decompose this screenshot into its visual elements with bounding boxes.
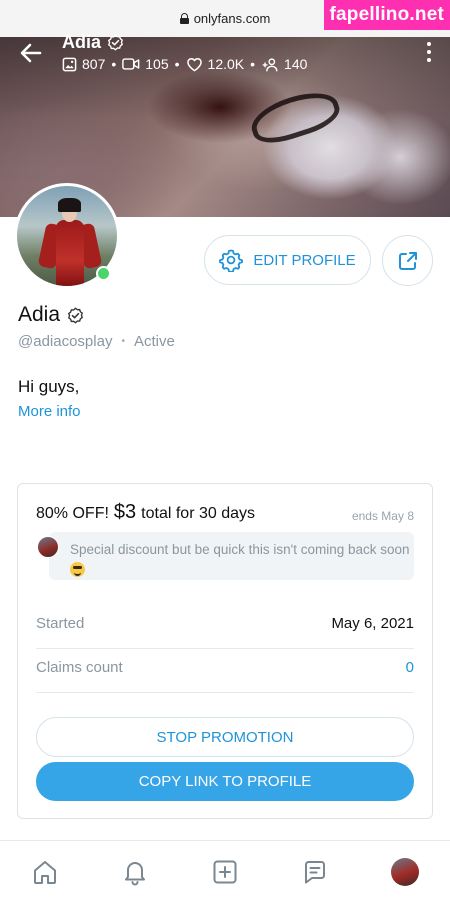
image-icon bbox=[62, 57, 77, 71]
message-icon bbox=[305, 860, 325, 883]
claims-row: Claims count 0 bbox=[36, 659, 414, 676]
profile-status: Active bbox=[133, 333, 175, 350]
verified-icon bbox=[107, 34, 124, 51]
nav-new-post[interactable] bbox=[203, 850, 247, 894]
promotion-message: Special discount but be quick this isn't… bbox=[70, 540, 410, 578]
verified-icon bbox=[68, 306, 84, 324]
stat-separator: • bbox=[174, 56, 180, 72]
stat-videos-count: 105 bbox=[145, 56, 169, 72]
nerd-emoji-icon bbox=[70, 561, 85, 577]
video-icon bbox=[122, 58, 140, 70]
url-display[interactable]: onlyfans.com bbox=[179, 11, 271, 26]
promotion-duration: total for 30 days bbox=[141, 505, 255, 522]
watermark: fapellino.net bbox=[323, 0, 450, 30]
avatar-figure bbox=[37, 198, 103, 286]
row-divider bbox=[36, 648, 414, 649]
started-label: Started bbox=[36, 615, 85, 632]
header-name: Adia bbox=[62, 32, 102, 52]
url-text: onlyfans.com bbox=[193, 11, 271, 26]
back-button[interactable] bbox=[18, 40, 44, 66]
stat-fans-count: 140 bbox=[284, 56, 308, 72]
header-title: Adia bbox=[62, 32, 124, 53]
stop-promotion-button[interactable]: STOP PROMOTION bbox=[36, 717, 414, 757]
heart-icon bbox=[186, 57, 202, 71]
plus-square-icon bbox=[213, 860, 237, 883]
nav-messages[interactable] bbox=[293, 850, 337, 894]
nav-profile[interactable] bbox=[383, 850, 427, 894]
nav-notifications[interactable] bbox=[113, 850, 157, 894]
profile-bio: Hi guys, bbox=[18, 377, 80, 396]
promotion-title: 80% OFF! $3 total for 30 days bbox=[36, 501, 255, 524]
arrow-left-icon bbox=[20, 43, 42, 63]
edit-profile-label: EDIT PROFILE bbox=[253, 251, 356, 269]
stat-separator: • bbox=[111, 56, 117, 72]
profile-name: Adia bbox=[18, 303, 84, 327]
avatar-detail bbox=[56, 220, 84, 286]
avatar-detail bbox=[58, 198, 81, 212]
nav-home[interactable] bbox=[23, 850, 67, 894]
handle-separator: • bbox=[121, 336, 125, 347]
stat-videos[interactable]: 105 bbox=[122, 56, 169, 72]
promotion-ends: ends May 8 bbox=[351, 509, 414, 523]
lock-icon bbox=[179, 13, 189, 24]
share-button[interactable] bbox=[382, 235, 433, 286]
gear-icon bbox=[219, 249, 244, 272]
started-value: May 6, 2021 bbox=[331, 615, 414, 632]
row-divider bbox=[36, 692, 414, 693]
started-row: Started May 6, 2021 bbox=[36, 615, 414, 632]
message-avatar bbox=[37, 536, 59, 558]
promotion-card: 80% OFF! $3 total for 30 days ends May 8… bbox=[17, 483, 433, 819]
cover-mask-detail bbox=[246, 84, 344, 150]
stat-likes-count: 12.0K bbox=[207, 56, 245, 72]
bell-icon bbox=[125, 861, 145, 885]
promotion-message-text: Special discount but be quick this isn't… bbox=[70, 542, 410, 557]
edit-profile-button[interactable]: EDIT PROFILE bbox=[204, 235, 371, 285]
stat-separator: • bbox=[250, 56, 256, 72]
handle-row: @adiacosplay • Active bbox=[18, 333, 175, 350]
promotion-price: $3 bbox=[113, 501, 137, 523]
nav-profile-avatar bbox=[391, 857, 419, 886]
stat-fans[interactable]: 140 bbox=[261, 56, 307, 72]
stat-photos[interactable]: 807 bbox=[62, 56, 105, 72]
promotion-discount: 80% OFF! bbox=[36, 505, 109, 522]
more-options-button[interactable] bbox=[426, 42, 432, 62]
claims-value[interactable]: 0 bbox=[406, 659, 414, 676]
more-dot bbox=[427, 50, 431, 54]
users-icon bbox=[262, 57, 278, 72]
copy-link-button[interactable]: COPY LINK TO PROFILE bbox=[36, 762, 414, 801]
home-icon bbox=[34, 860, 56, 884]
stat-likes[interactable]: 12.0K bbox=[186, 56, 245, 72]
more-info-link[interactable]: More info bbox=[18, 403, 81, 420]
bottom-nav bbox=[0, 841, 450, 902]
more-dot bbox=[427, 42, 431, 46]
claims-label: Claims count bbox=[36, 659, 123, 676]
profile-stats: 807 • 105 • 12.0K • 140 bbox=[62, 56, 307, 72]
profile-handle: @adiacosplay bbox=[18, 333, 113, 350]
share-icon bbox=[398, 251, 417, 270]
profile-name-text: Adia bbox=[18, 303, 61, 326]
more-dot bbox=[427, 58, 431, 62]
stat-photos-count: 807 bbox=[82, 56, 106, 72]
online-indicator bbox=[96, 266, 111, 281]
